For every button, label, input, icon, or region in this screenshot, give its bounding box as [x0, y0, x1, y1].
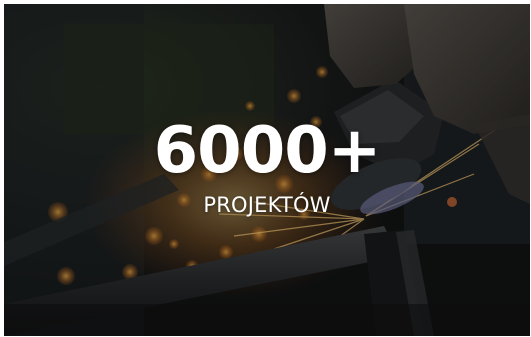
- stat-card: 6000+ PROJEKTÓW: [4, 4, 530, 336]
- stat-block: 6000+ PROJEKTÓW: [4, 112, 530, 218]
- stat-label: PROJEKTÓW: [203, 193, 331, 217]
- stat-value: 6000+: [153, 114, 382, 188]
